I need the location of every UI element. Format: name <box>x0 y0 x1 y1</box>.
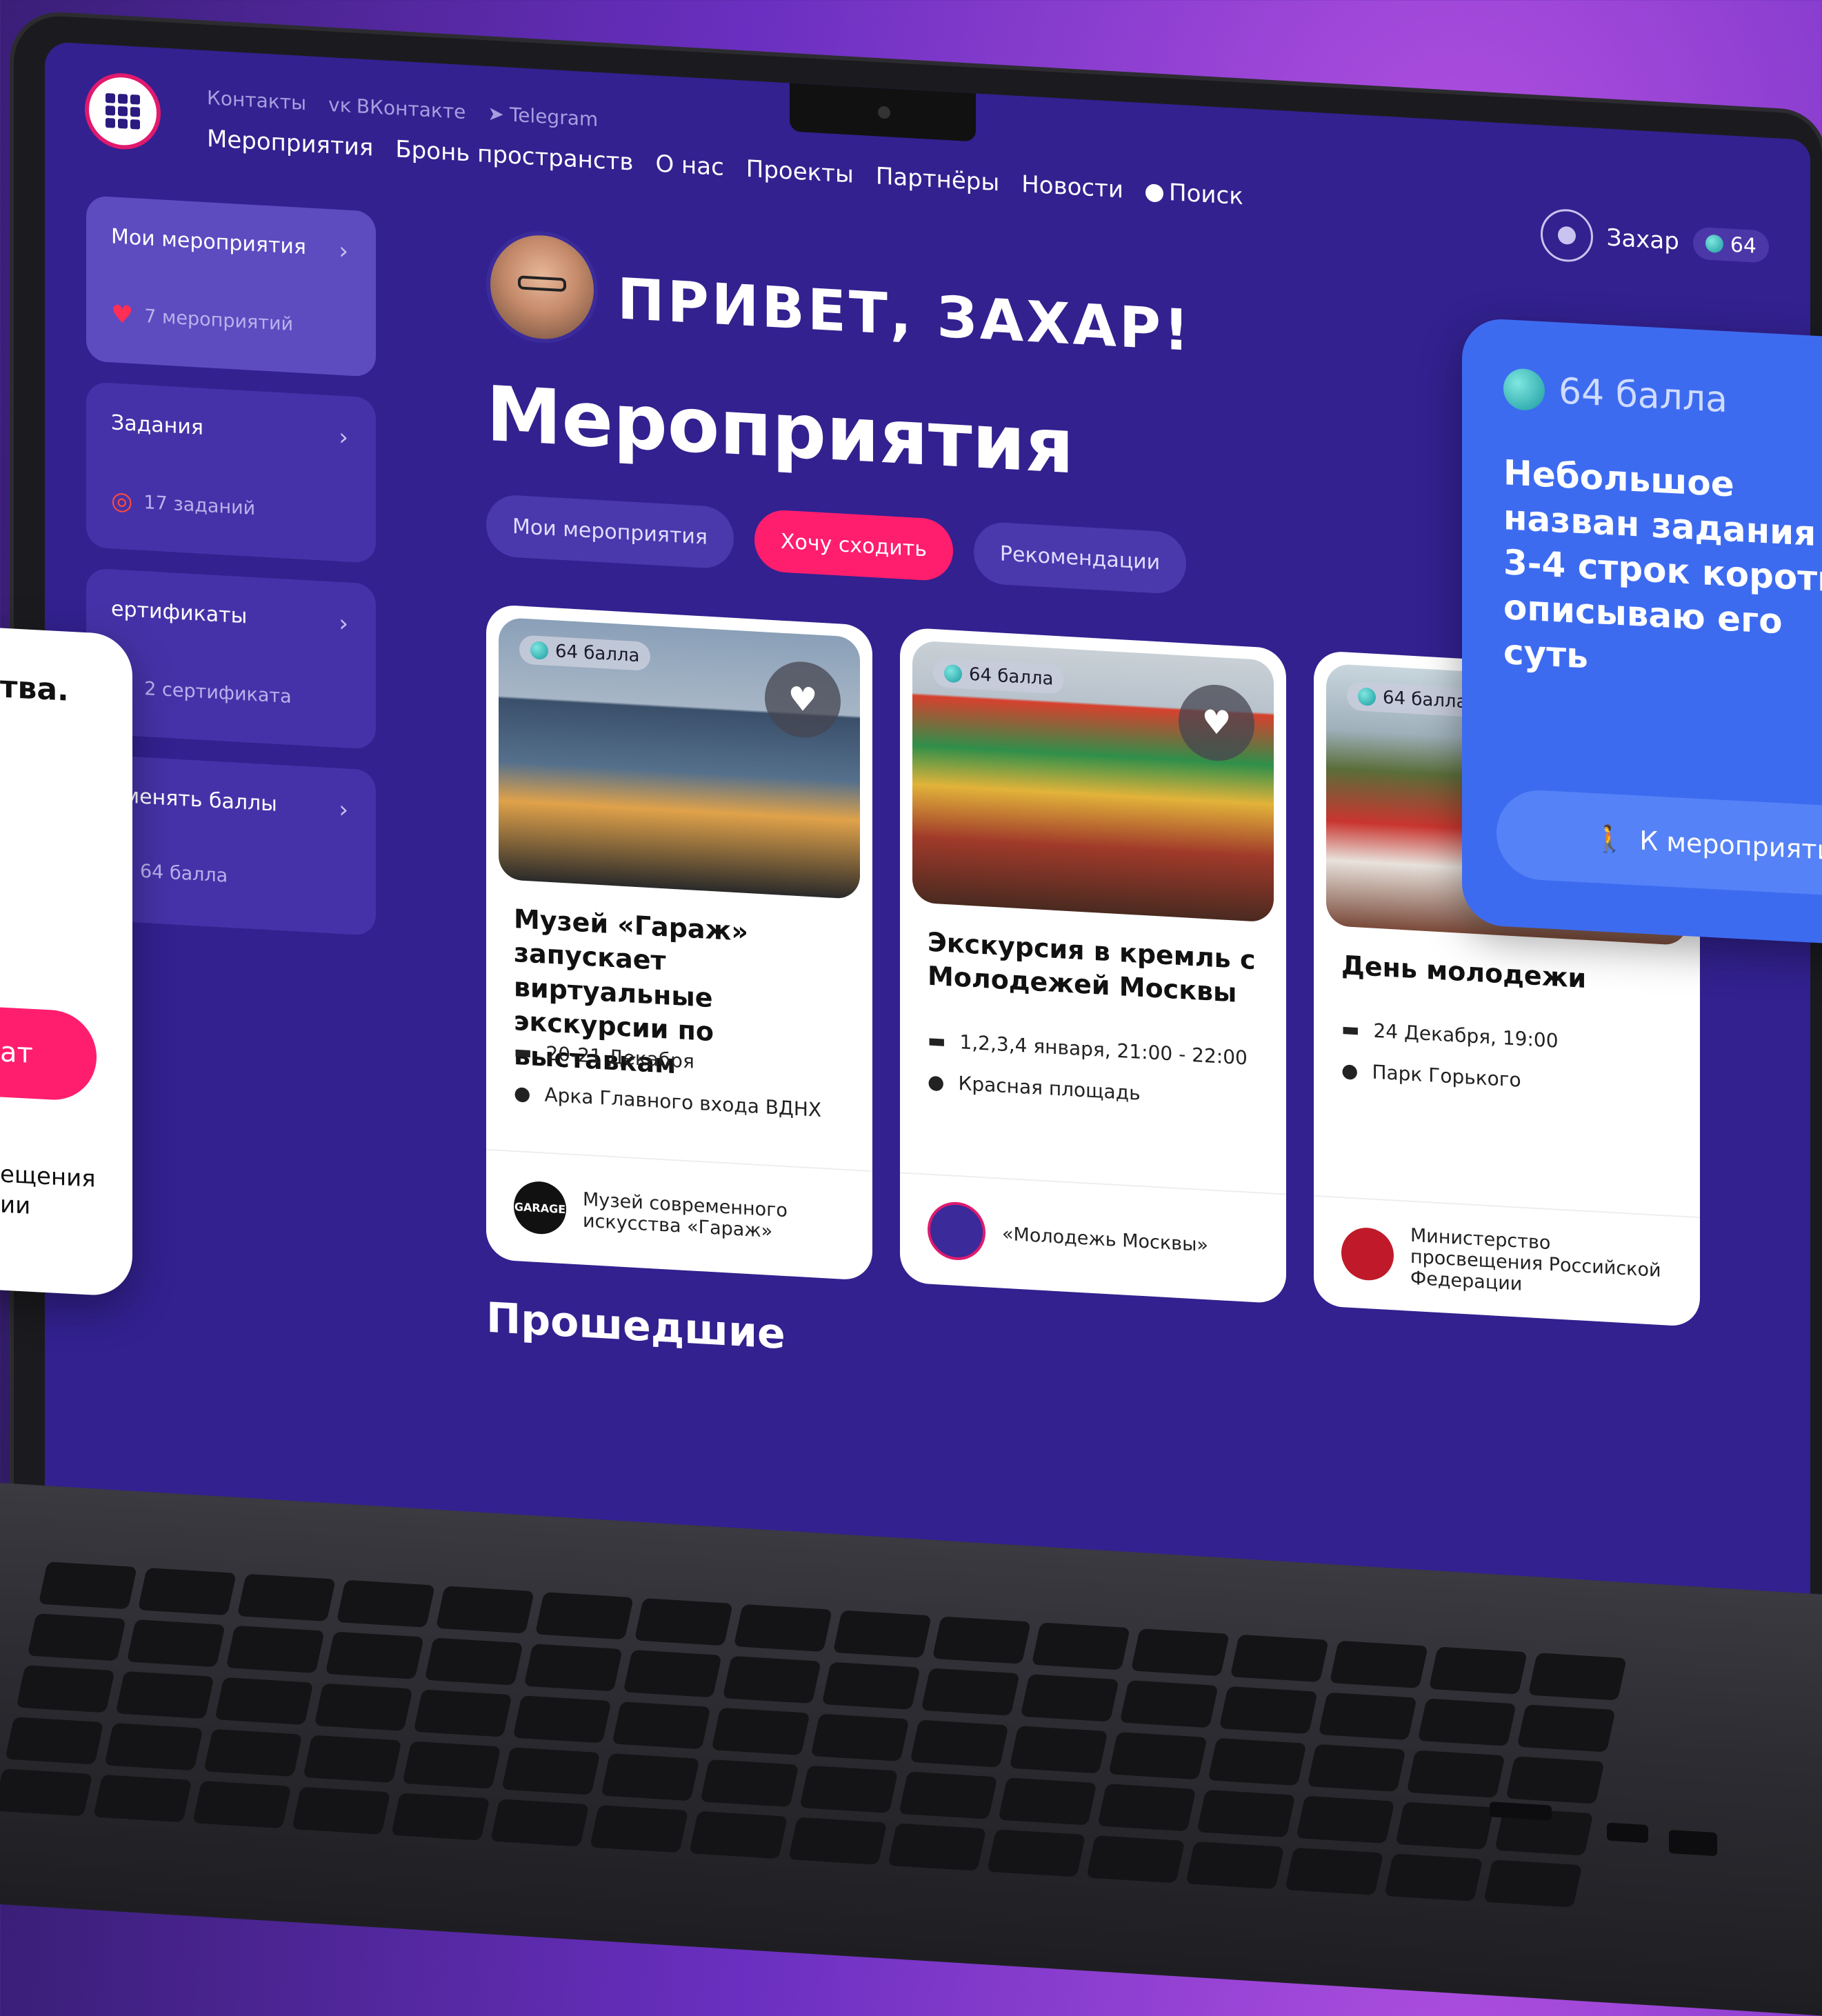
event-place: ● Парк Горького <box>1341 1059 1521 1092</box>
nav-partners[interactable]: Партнёры <box>876 162 999 197</box>
calendar-icon: ▬ <box>1341 1017 1360 1041</box>
task-card[interactable]: 64 балла Небольшое назван задания в 3-4 … <box>1462 317 1822 947</box>
event-date: ▬ 1,2,3,4 января, 21:00 - 22:00 <box>928 1028 1248 1070</box>
organizer-logo <box>1341 1226 1394 1282</box>
page-title: Мероприятия <box>486 369 1074 491</box>
event-date: ▬ 24 Декабря, 19:00 <box>1341 1017 1559 1052</box>
sidebar-item-sub: ♥ 7 мероприятий <box>111 300 294 336</box>
sidebar-item-label: Задания <box>111 410 203 440</box>
coin-icon <box>530 641 548 660</box>
organizer-logo: GARAGE <box>514 1180 566 1236</box>
nav-projects[interactable]: Проекты <box>746 155 854 189</box>
tab-recommendations[interactable]: Рекомендации <box>973 521 1187 595</box>
left-overlay-card: тва. ат ещения ии <box>0 621 132 1297</box>
link-contacts[interactable]: Контакты <box>207 86 306 114</box>
favorite-heart-icon[interactable]: ♥ <box>765 659 841 740</box>
event-image: 64 балла ♥ <box>912 640 1274 923</box>
logo-mark <box>106 92 140 130</box>
nav-search[interactable]: Поиск <box>1145 177 1243 210</box>
sidebar-item-label: бменять баллы <box>111 783 277 817</box>
sidebar-item-label: ертификаты <box>111 597 248 629</box>
sidebar-item-sub: ★2 сертификата <box>111 672 292 711</box>
organizer-logo <box>928 1200 985 1262</box>
sidebar-item-label: Мои мероприятия <box>111 224 306 260</box>
points-badge: 64 балла <box>519 635 651 672</box>
left-card-footer: ещения ии <box>0 1160 96 1220</box>
sidebar-item-sub: ◎ 17 заданий <box>111 486 256 520</box>
main-nav: Мероприятия Бронь пространств О нас Прое… <box>207 125 1243 210</box>
user-points-badge: 64 <box>1692 226 1769 263</box>
nav-news[interactable]: Новости <box>1021 170 1123 203</box>
hdmi-port <box>1669 1830 1717 1857</box>
camera-icon <box>878 106 890 119</box>
camera-notch <box>790 83 976 142</box>
to-events-button[interactable]: 🚶 К мероприяти <box>1496 788 1822 901</box>
tab-my-events[interactable]: Мои мероприятия <box>486 493 734 570</box>
task-points: 64 балла <box>1503 368 1728 421</box>
event-organizer[interactable]: «Молодежь Москвы» <box>900 1172 1286 1304</box>
nav-booking[interactable]: Бронь пространств <box>395 135 633 176</box>
organizer-name: Министерство просвещения Российской Феде… <box>1410 1224 1661 1295</box>
profile-photo <box>486 228 598 346</box>
search-icon <box>1145 183 1164 203</box>
event-organizer[interactable]: Министерство просвещения Российской Феде… <box>1314 1195 1700 1328</box>
event-place: ● Красная площадь <box>928 1070 1141 1105</box>
heart-icon: ♥ <box>111 300 134 330</box>
event-tabs: Мои мероприятия Хочу сходить Рекомендаци… <box>486 493 1187 595</box>
event-place: ● Арка Главного входа ВДНХ <box>514 1081 822 1121</box>
organizer-name: Музей современного искусства «Гараж» <box>583 1188 788 1242</box>
tab-want-to-go[interactable]: Хочу сходить <box>754 508 953 582</box>
points-badge: 64 балла <box>933 658 1065 695</box>
event-title: Экскурсия в кремль с Молодежей Москвы <box>928 926 1256 1009</box>
nav-events[interactable]: Мероприятия <box>207 125 373 161</box>
left-card-title: тва. <box>0 669 69 708</box>
user-avatar-icon <box>1540 208 1593 263</box>
keyboard <box>0 1561 1627 1908</box>
chevron-right-icon: › <box>339 423 348 452</box>
event-card[interactable]: 64 балла ♥ Музей «Гараж» запускает вирту… <box>486 603 872 1281</box>
location-pin-icon: ● <box>928 1070 945 1094</box>
location-pin-icon: ● <box>514 1081 531 1106</box>
event-title: День молодежи <box>1341 950 1587 994</box>
walking-person-icon: 🚶 <box>1593 822 1626 855</box>
coin-icon <box>1705 234 1723 254</box>
chevron-right-icon: › <box>339 795 348 824</box>
usb-c-port <box>1607 1822 1648 1844</box>
user-menu[interactable]: Захар 64 <box>1540 208 1769 273</box>
telegram-icon: ➤ <box>488 101 504 126</box>
calendar-icon: ▬ <box>928 1028 946 1053</box>
event-card[interactable]: 64 балла ♥ Экскурсия в кремль с Молодеже… <box>900 627 1286 1304</box>
sidebar-item-tasks[interactable]: Задания › ◎ 17 заданий <box>86 381 376 563</box>
chevron-right-icon: › <box>339 237 348 266</box>
coin-icon <box>944 663 962 683</box>
site-logo[interactable] <box>85 71 161 152</box>
past-events-heading: Прошедшие <box>486 1293 785 1359</box>
points-badge: 64 балла <box>1347 681 1479 718</box>
task-description: Небольшое назван задания в 3-4 строк кор… <box>1503 452 1822 677</box>
event-image: 64 балла ♥ <box>499 617 860 900</box>
coin-icon <box>1503 368 1545 412</box>
chevron-right-icon: › <box>339 609 348 638</box>
vk-icon: ᴠᴋ <box>328 92 351 117</box>
user-name: Захар <box>1606 223 1679 256</box>
greeting: ПРИВЕТ, ЗАХАР! <box>617 266 1192 364</box>
nav-about[interactable]: О нас <box>655 150 723 182</box>
coin-icon <box>1358 687 1376 706</box>
laptop-scene: Контакты ᴠᴋ ВКонтакте ➤ Telegram Мероприят… <box>0 0 1822 2016</box>
left-card-button[interactable]: ат <box>0 1000 97 1102</box>
top-links: Контакты ᴠᴋ ВКонтакте ➤ Telegram <box>207 86 598 131</box>
link-telegram[interactable]: ➤ Telegram <box>488 102 598 131</box>
organizer-name: «Молодежь Москвы» <box>1002 1223 1208 1256</box>
link-vkontakte[interactable]: ᴠᴋ ВКонтакте <box>328 93 465 123</box>
location-pin-icon: ● <box>1341 1059 1359 1083</box>
favorite-heart-icon[interactable]: ♥ <box>1179 682 1254 764</box>
event-organizer[interactable]: GARAGE Музей современного искусства «Гар… <box>486 1148 872 1281</box>
target-icon: ◎ <box>111 486 133 517</box>
sidebar-item-my-events[interactable]: Мои мероприятия › ♥ 7 мероприятий <box>86 195 376 377</box>
calendar-icon: ▬ <box>514 1040 532 1064</box>
